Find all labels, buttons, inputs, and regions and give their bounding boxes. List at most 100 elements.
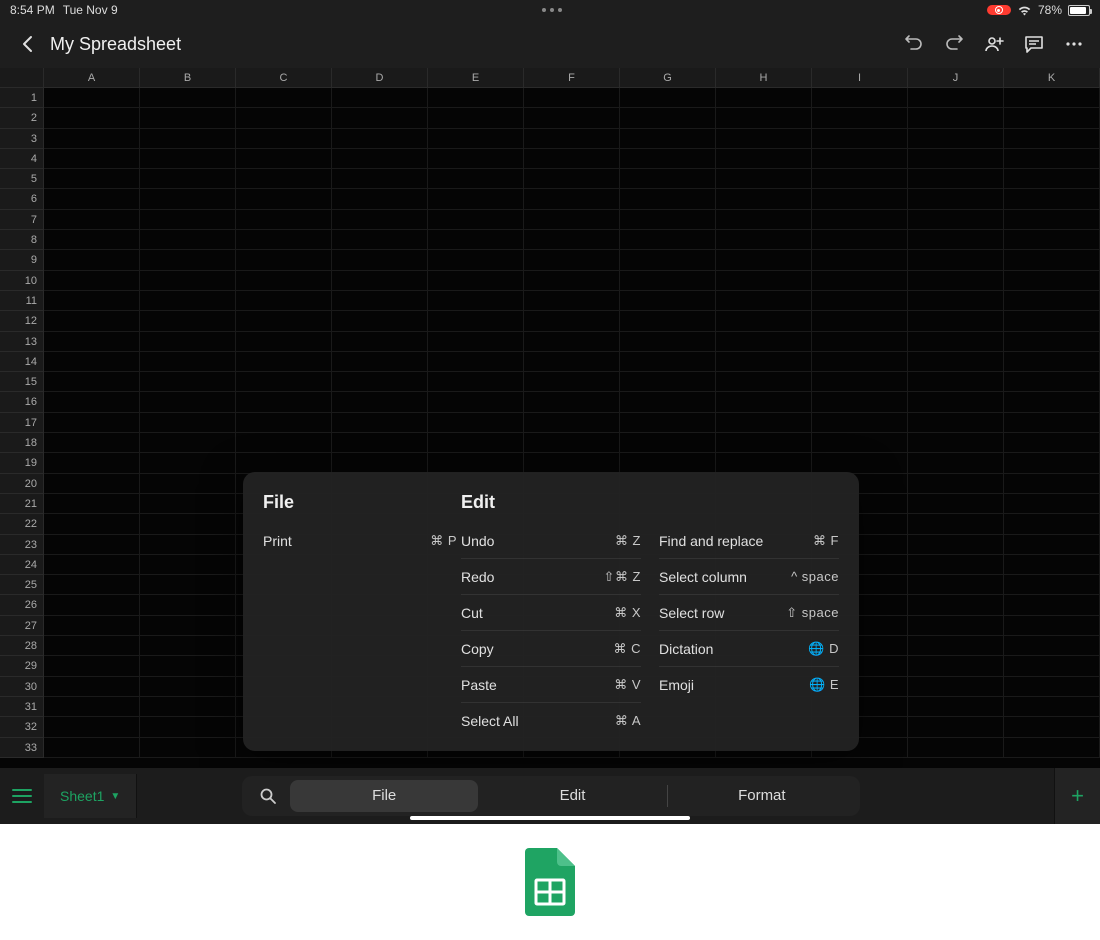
cell[interactable] <box>332 271 428 291</box>
column-header[interactable]: J <box>908 68 1004 87</box>
cell[interactable] <box>812 250 908 270</box>
row-header[interactable]: 30 <box>0 677 44 697</box>
cell[interactable] <box>908 697 1004 717</box>
cell[interactable] <box>140 169 236 189</box>
cell[interactable] <box>716 453 812 473</box>
cell[interactable] <box>44 555 140 575</box>
cell[interactable] <box>812 230 908 250</box>
cell[interactable] <box>140 535 236 555</box>
cell[interactable] <box>908 717 1004 737</box>
cell[interactable] <box>908 189 1004 209</box>
cell[interactable] <box>716 372 812 392</box>
cell[interactable] <box>44 169 140 189</box>
cell[interactable] <box>620 230 716 250</box>
cell[interactable] <box>44 636 140 656</box>
shortcut-item[interactable]: Dictation🌐 D <box>659 631 839 667</box>
cell[interactable] <box>524 88 620 108</box>
row-header[interactable]: 6 <box>0 189 44 209</box>
cell[interactable] <box>1004 291 1100 311</box>
cell[interactable] <box>1004 149 1100 169</box>
cell[interactable] <box>332 169 428 189</box>
cell[interactable] <box>620 108 716 128</box>
cell[interactable] <box>428 392 524 412</box>
cell[interactable] <box>908 210 1004 230</box>
cell[interactable] <box>812 352 908 372</box>
cell[interactable] <box>620 271 716 291</box>
shortcut-item[interactable]: Cut⌘ X <box>461 595 641 631</box>
comments-button[interactable] <box>1018 28 1050 60</box>
home-indicator[interactable] <box>410 816 690 820</box>
cell[interactable] <box>908 169 1004 189</box>
cell[interactable] <box>140 616 236 636</box>
cell[interactable] <box>908 392 1004 412</box>
cell[interactable] <box>1004 311 1100 331</box>
cell[interactable] <box>140 129 236 149</box>
cell[interactable] <box>140 250 236 270</box>
cell[interactable] <box>908 332 1004 352</box>
cell[interactable] <box>524 149 620 169</box>
sheet-tab[interactable]: Sheet1 ▼ <box>44 774 137 818</box>
row-header[interactable]: 23 <box>0 535 44 555</box>
cell[interactable] <box>332 311 428 331</box>
cell[interactable] <box>524 392 620 412</box>
cell[interactable] <box>236 392 332 412</box>
cell[interactable] <box>620 413 716 433</box>
cell[interactable] <box>428 413 524 433</box>
cell[interactable] <box>44 392 140 412</box>
row-header[interactable]: 26 <box>0 595 44 615</box>
cell[interactable] <box>620 372 716 392</box>
cell[interactable] <box>236 230 332 250</box>
column-header[interactable]: G <box>620 68 716 87</box>
cell[interactable] <box>716 88 812 108</box>
row-header[interactable]: 1 <box>0 88 44 108</box>
cell[interactable] <box>908 616 1004 636</box>
row-header[interactable]: 7 <box>0 210 44 230</box>
cell[interactable] <box>236 271 332 291</box>
cell[interactable] <box>140 352 236 372</box>
cell[interactable] <box>812 332 908 352</box>
cell[interactable] <box>428 108 524 128</box>
cell[interactable] <box>812 433 908 453</box>
row-header[interactable]: 21 <box>0 494 44 514</box>
cell[interactable] <box>332 88 428 108</box>
cell[interactable] <box>428 210 524 230</box>
shortcut-item[interactable]: Copy⌘ C <box>461 631 641 667</box>
shortcut-item[interactable]: Select All⌘ A <box>461 703 641 739</box>
cell[interactable] <box>236 149 332 169</box>
cell[interactable] <box>524 332 620 352</box>
cell[interactable] <box>812 453 908 473</box>
cell[interactable] <box>140 697 236 717</box>
cell[interactable] <box>140 271 236 291</box>
cell[interactable] <box>524 433 620 453</box>
cell[interactable] <box>428 453 524 473</box>
cell[interactable] <box>524 169 620 189</box>
cell[interactable] <box>524 413 620 433</box>
cell[interactable] <box>1004 595 1100 615</box>
cell[interactable] <box>908 352 1004 372</box>
cell[interactable] <box>1004 636 1100 656</box>
status-multitask-dots[interactable] <box>118 8 987 12</box>
cell[interactable] <box>908 677 1004 697</box>
search-button[interactable] <box>246 787 290 805</box>
cell[interactable] <box>620 392 716 412</box>
cell[interactable] <box>1004 210 1100 230</box>
cell[interactable] <box>332 352 428 372</box>
cell[interactable] <box>620 169 716 189</box>
cell[interactable] <box>524 372 620 392</box>
cell[interactable] <box>812 108 908 128</box>
cell[interactable] <box>236 129 332 149</box>
cell[interactable] <box>908 535 1004 555</box>
cell[interactable] <box>236 291 332 311</box>
cell[interactable] <box>620 332 716 352</box>
row-header[interactable]: 4 <box>0 149 44 169</box>
shortcut-item[interactable]: Redo⇧⌘ Z <box>461 559 641 595</box>
cell[interactable] <box>908 129 1004 149</box>
cell[interactable] <box>1004 656 1100 676</box>
cell[interactable] <box>620 149 716 169</box>
cell[interactable] <box>908 494 1004 514</box>
format-tab-format[interactable]: Format <box>668 780 856 812</box>
cell[interactable] <box>1004 413 1100 433</box>
cell[interactable] <box>812 210 908 230</box>
cell[interactable] <box>1004 697 1100 717</box>
cell[interactable] <box>1004 88 1100 108</box>
